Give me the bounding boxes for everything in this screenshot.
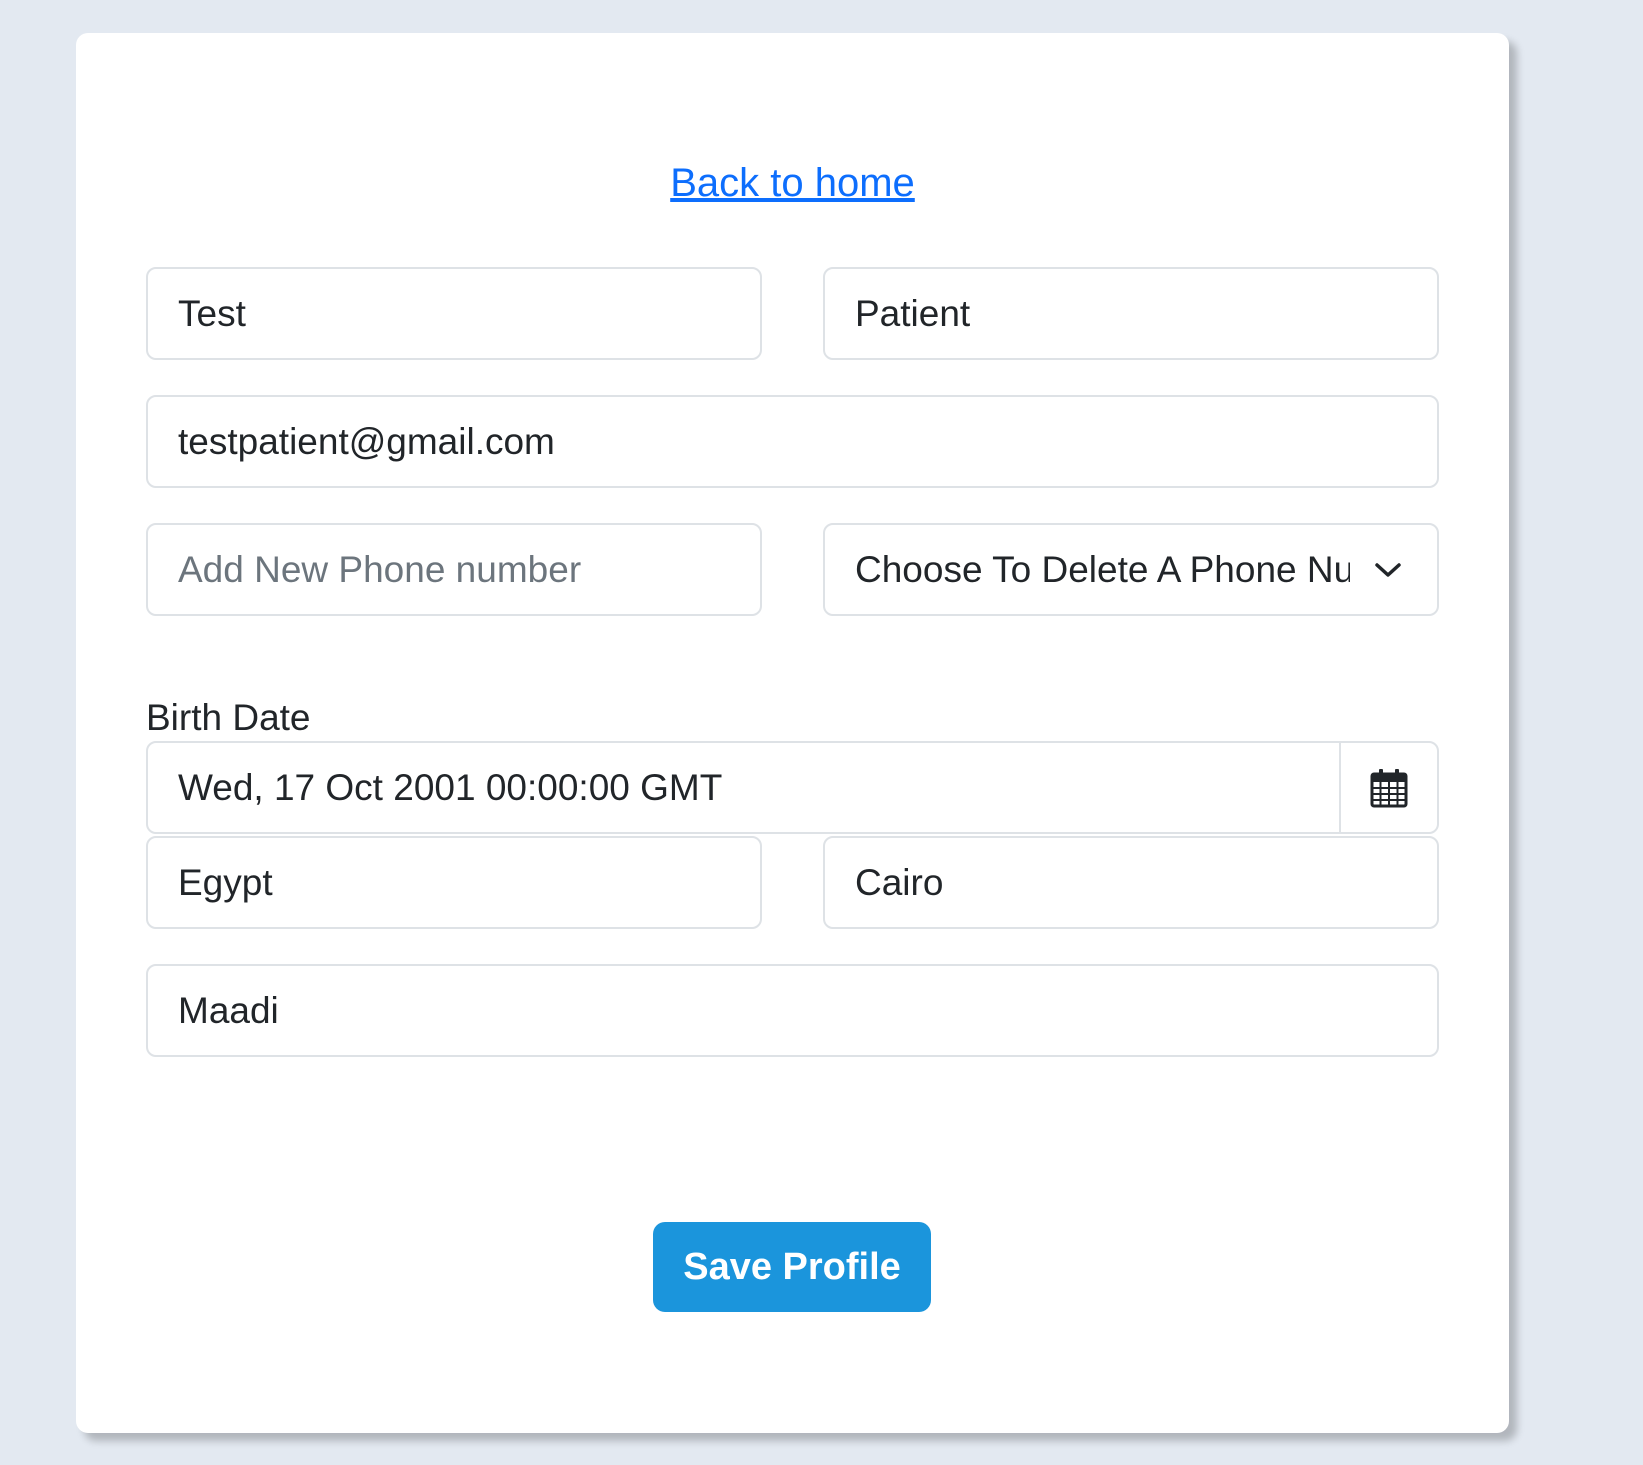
area-field[interactable]: Maadi bbox=[146, 964, 1439, 1057]
chevron-down-icon bbox=[1375, 562, 1401, 577]
country-value: Egypt bbox=[178, 861, 273, 903]
last-name-value: Patient bbox=[855, 292, 971, 334]
first-name-field[interactable]: Test bbox=[146, 267, 762, 360]
birth-date-value: Wed, 17 Oct 2001 00:00:00 GMT bbox=[178, 766, 723, 808]
birth-date-label: Birth Date bbox=[146, 697, 311, 738]
last-name-field[interactable]: Patient bbox=[823, 267, 1439, 360]
email-field[interactable]: testpatient@gmail.com bbox=[146, 395, 1439, 488]
delete-phone-select[interactable]: Choose To Delete A Phone Number bbox=[823, 523, 1439, 616]
new-phone-input[interactable]: Add New Phone number bbox=[146, 523, 762, 616]
city-value: Cairo bbox=[855, 861, 944, 903]
country-field[interactable]: Egypt bbox=[146, 836, 762, 929]
first-name-value: Test bbox=[178, 292, 246, 334]
save-profile-button[interactable]: Save Profile bbox=[653, 1222, 931, 1312]
delete-phone-selected-value: Choose To Delete A Phone Number bbox=[855, 548, 1350, 590]
calendar-icon bbox=[1370, 768, 1408, 807]
back-to-home-link[interactable]: Back to home bbox=[76, 153, 1509, 213]
city-field[interactable]: Cairo bbox=[823, 836, 1439, 929]
new-phone-placeholder: Add New Phone number bbox=[178, 548, 582, 590]
birth-date-input[interactable]: Wed, 17 Oct 2001 00:00:00 GMT bbox=[146, 741, 1341, 834]
calendar-button[interactable] bbox=[1339, 741, 1439, 834]
area-value: Maadi bbox=[178, 989, 279, 1031]
profile-card: Back to home Test Patient testpatient@gm… bbox=[76, 33, 1509, 1433]
email-value: testpatient@gmail.com bbox=[178, 420, 555, 462]
